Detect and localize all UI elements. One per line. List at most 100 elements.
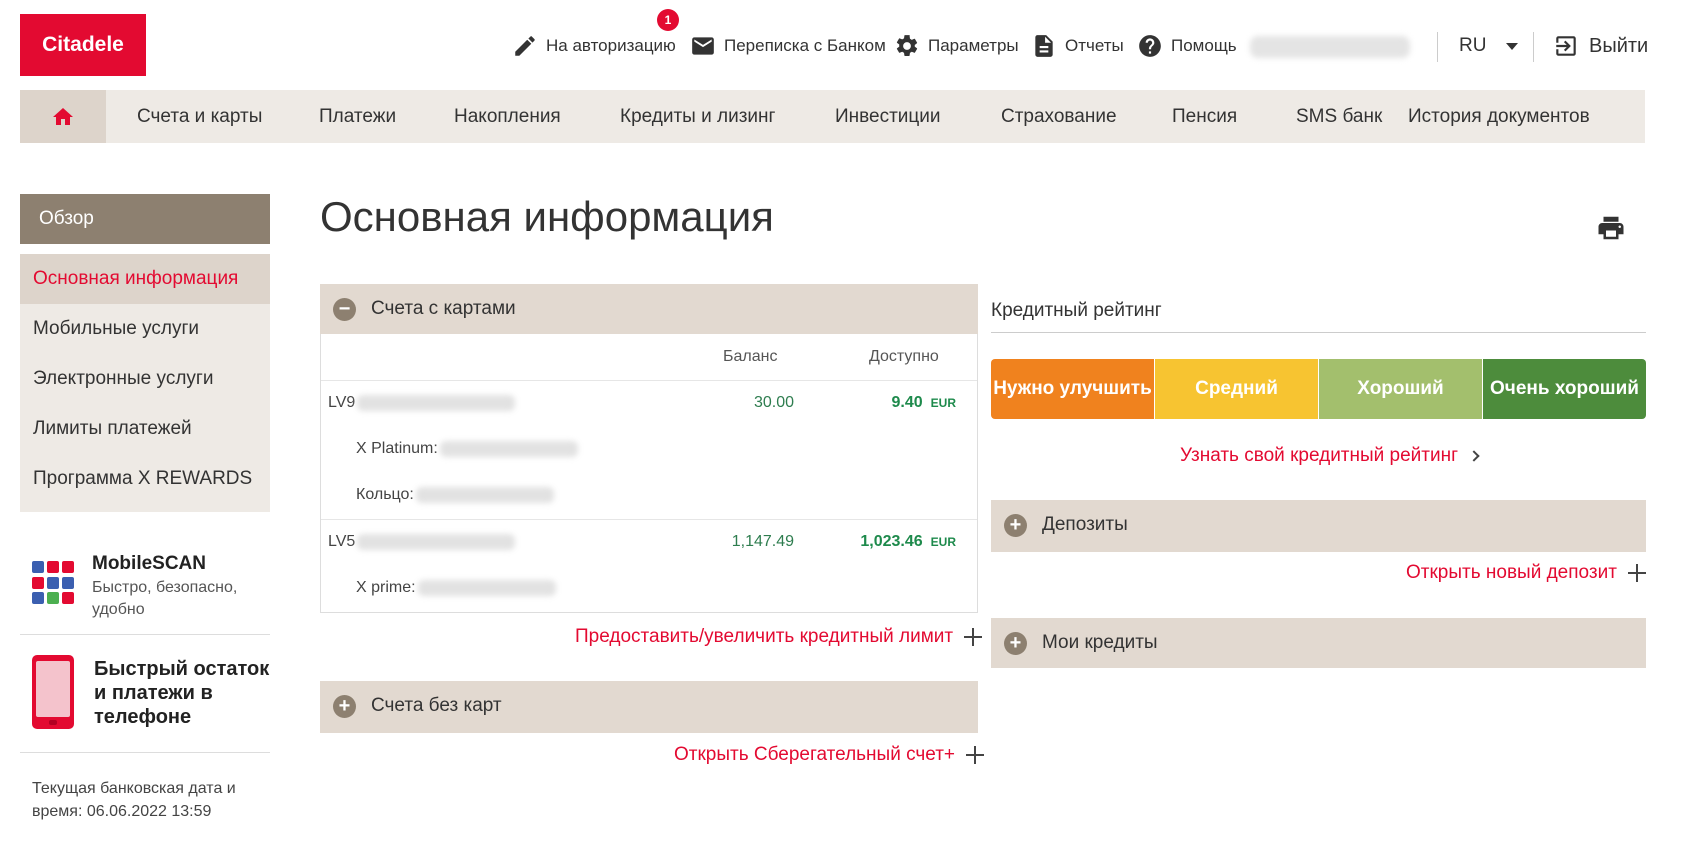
open-savings-label: Открыть Сберегательный счет+: [674, 744, 956, 765]
col-available: Доступно: [869, 348, 939, 365]
home-icon: [53, 107, 73, 125]
cards-section-header[interactable]: − Счета с картами: [320, 284, 978, 334]
account-iban: LV9: [328, 394, 516, 412]
divider: [1437, 32, 1438, 62]
plus-icon: [963, 627, 983, 647]
expand-icon: +: [1004, 631, 1027, 655]
nav-investments[interactable]: Инвестиции: [835, 90, 941, 143]
authorize-label: На авторизацию: [546, 36, 676, 55]
sidebar-item-mobile-services[interactable]: Мобильные услуги: [20, 304, 270, 354]
col-balance: Баланс: [723, 348, 778, 365]
rating-average: Средний: [1155, 359, 1319, 419]
citadele-logo[interactable]: Citadele: [20, 14, 146, 76]
divider: [1533, 32, 1534, 62]
reports-link[interactable]: Отчеты: [1031, 28, 1124, 64]
card-line[interactable]: X prime:: [356, 579, 556, 597]
credit-limit-link[interactable]: Предоставить/увеличить кредитный лимит: [575, 626, 983, 648]
card-line[interactable]: Кольцо:: [356, 486, 554, 504]
loans-section-title: Мои кредиты: [1042, 632, 1158, 653]
sidebar-item-payment-limits[interactable]: Лимиты платежей: [20, 404, 270, 454]
rating-good: Хороший: [1319, 359, 1483, 419]
rating-needs-improvement: Нужно улучшить: [991, 359, 1155, 419]
help-label: Помощь: [1171, 36, 1237, 55]
messages-label: Переписка с Банком: [724, 36, 886, 55]
mobilescan-title: MobileSCAN: [92, 553, 206, 574]
divider: [991, 550, 1646, 552]
card-line[interactable]: X Platinum:: [356, 440, 578, 458]
no-cards-section-header[interactable]: + Счета без карт: [320, 681, 978, 731]
sidebar-item-main-info[interactable]: Основная информация: [20, 254, 270, 304]
expand-icon: +: [1004, 513, 1027, 537]
language-value: RU: [1459, 35, 1487, 56]
plus-icon: [1627, 563, 1647, 583]
chevron-right-icon: [1468, 450, 1480, 462]
nav-pension[interactable]: Пенсия: [1172, 90, 1237, 143]
logout-icon: [1556, 36, 1576, 56]
nav-insurance[interactable]: Страхование: [1001, 90, 1117, 143]
quick-balance-title: Быстрый остаток и платежи в телефоне: [94, 658, 270, 728]
nav-sms-bank[interactable]: SMS банк: [1296, 90, 1382, 143]
reports-label: Отчеты: [1065, 36, 1124, 55]
credit-rating-scale: Нужно улучшить Средний Хороший Очень хор…: [991, 359, 1646, 419]
account-available: 1,023.46 EUR: [860, 533, 956, 550]
mobilescan-promo[interactable]: MobileSCAN Быстро, безопасно, удобно: [20, 535, 270, 635]
settings-link[interactable]: Параметры: [894, 28, 1019, 64]
account-available: 9.40 EUR: [891, 394, 956, 411]
messages-link[interactable]: Переписка с Банком: [690, 28, 886, 64]
rating-very-good: Очень хороший: [1483, 359, 1646, 419]
divider: [320, 731, 978, 733]
help-link[interactable]: Помощь: [1137, 28, 1237, 64]
mobilescan-subtitle: Быстро, безопасно, удобно: [92, 579, 238, 618]
user-name-blurred: [1250, 36, 1410, 58]
account-iban: LV5: [328, 533, 516, 551]
authorize-badge: 1: [657, 9, 679, 31]
quick-balance-promo[interactable]: Быстрый остаток и платежи в телефоне: [20, 643, 270, 753]
nav-loans-leasing[interactable]: Кредиты и лизинг: [620, 90, 775, 143]
table-row[interactable]: LV9 30.00 9.40 EUR X Platinum: Кольцо:: [321, 380, 977, 519]
nav-savings[interactable]: Накопления: [454, 90, 561, 143]
deposits-section-title: Депозиты: [1042, 514, 1128, 535]
authorize-link[interactable]: На авторизацию: [512, 28, 676, 64]
nav-payments[interactable]: Платежи: [319, 90, 396, 143]
deposits-section-header[interactable]: + Депозиты: [991, 500, 1646, 550]
credit-rating-link-label: Узнать свой кредитный рейтинг: [1180, 445, 1459, 466]
main-nav: Счета и карты Платежи Накопления Кредиты…: [20, 90, 1645, 143]
nav-document-history[interactable]: История документов: [1408, 90, 1590, 143]
divider: [991, 332, 1646, 333]
nav-accounts-cards[interactable]: Счета и карты: [137, 90, 262, 143]
page-title: Основная информация: [320, 193, 774, 240]
mobilescan-icon: [32, 561, 74, 605]
pencil-icon: [515, 36, 535, 56]
expand-icon: +: [333, 694, 356, 718]
table-row[interactable]: LV5 1,147.49 1,023.46 EUR X prime:: [321, 519, 977, 612]
credit-rating-link[interactable]: Узнать свой кредитный рейтинг: [1180, 445, 1480, 467]
language-select[interactable]: RU: [1459, 28, 1519, 64]
nav-home[interactable]: [20, 90, 106, 143]
plus-icon: [965, 745, 985, 765]
loans-section-header[interactable]: + Мои кредиты: [991, 618, 1646, 668]
credit-limit-label: Предоставить/увеличить кредитный лимит: [575, 626, 954, 647]
top-header: Citadele На авторизацию 1 Переписка с Ба…: [0, 0, 1685, 90]
open-savings-link[interactable]: Открыть Сберегательный счет+: [674, 744, 985, 766]
sidebar-menu: Основная информация Мобильные услуги Эле…: [20, 254, 270, 512]
sidebar-heading: Обзор: [20, 194, 270, 244]
collapse-icon: −: [333, 297, 356, 321]
sidebar-item-electronic-services[interactable]: Электронные услуги: [20, 354, 270, 404]
sidebar-item-x-rewards[interactable]: Программа X REWARDS: [20, 454, 270, 504]
envelope-icon: [692, 37, 714, 55]
open-deposit-label: Открыть новый депозит: [1406, 562, 1617, 583]
gear-icon: [896, 35, 918, 56]
cards-table: Баланс Доступно LV9 30.00 9.40 EUR X Plat…: [320, 334, 978, 613]
settings-label: Параметры: [928, 36, 1019, 55]
open-deposit-link[interactable]: Открыть новый депозит: [1406, 562, 1647, 584]
logout-button[interactable]: Выйти: [1553, 28, 1648, 64]
cards-section-title: Счета с картами: [371, 298, 516, 319]
document-icon: [1035, 35, 1053, 57]
print-icon[interactable]: [1596, 213, 1626, 243]
phone-icon: [32, 655, 74, 729]
caret-down-icon: [1506, 42, 1519, 50]
bank-date: Текущая банковская дата и время: 06.06.2…: [32, 780, 236, 820]
logout-label: Выйти: [1589, 34, 1649, 57]
question-circle-icon: [1139, 35, 1161, 57]
credit-rating-title: Кредитный рейтинг: [991, 300, 1162, 321]
